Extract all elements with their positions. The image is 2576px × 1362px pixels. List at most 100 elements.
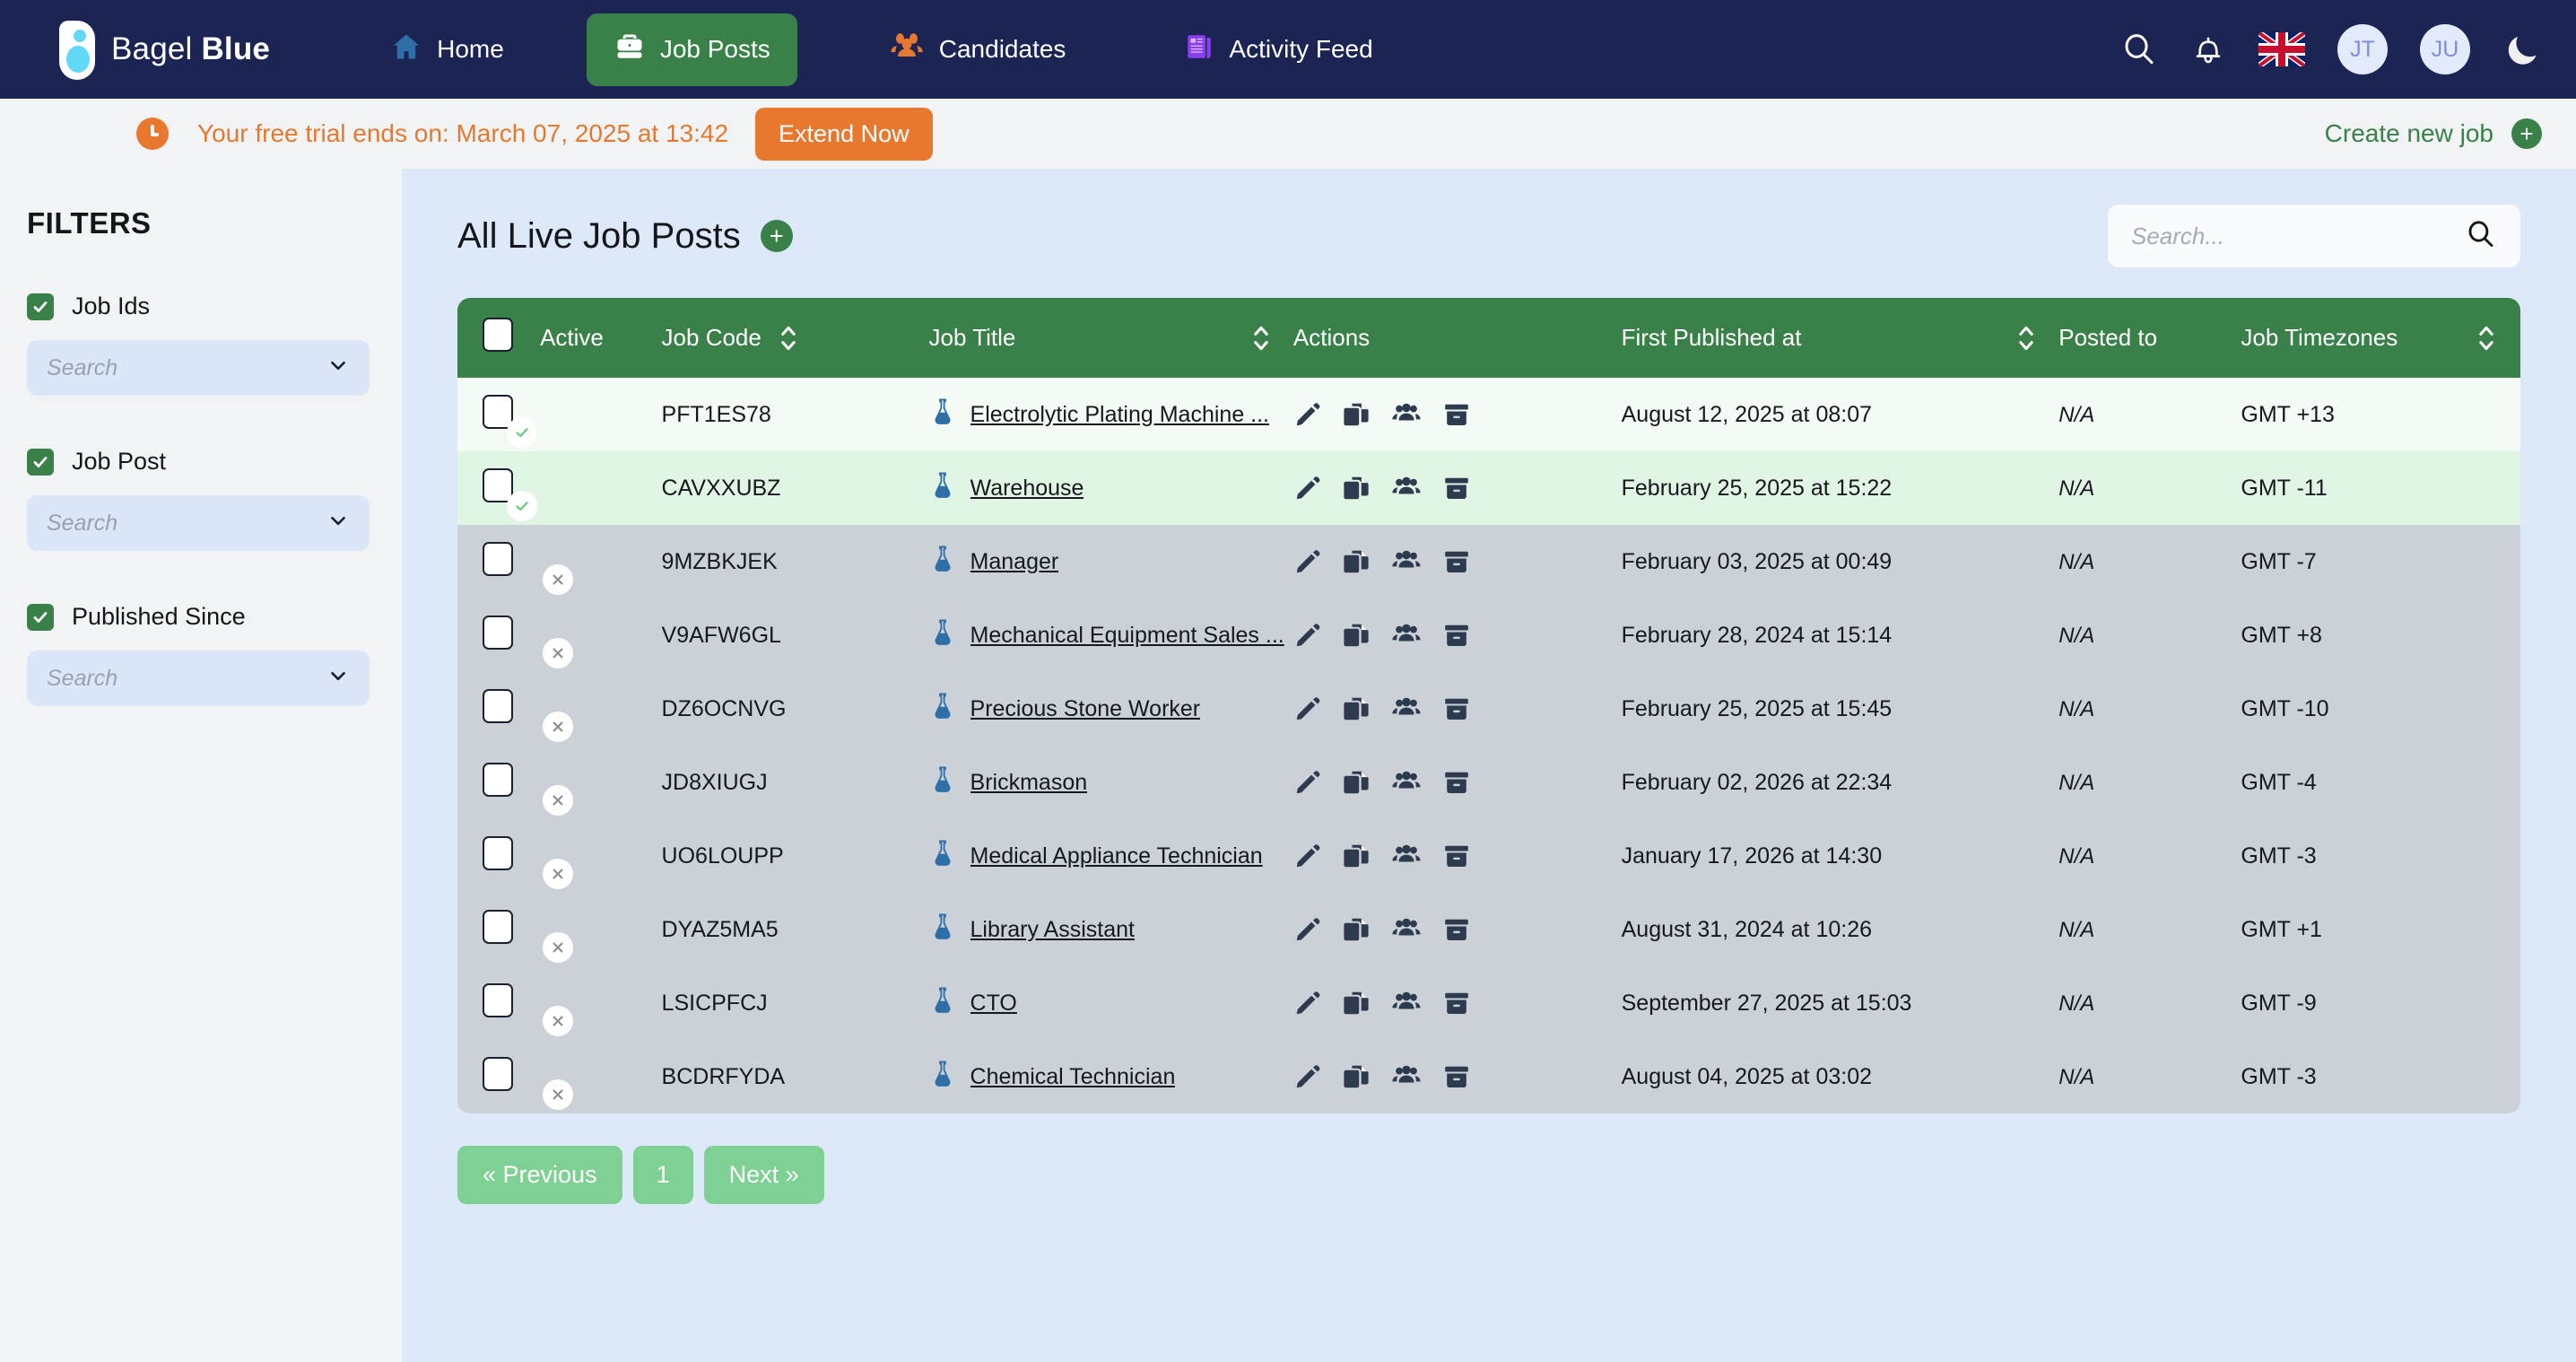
checkbox-published-since[interactable] <box>27 603 54 631</box>
archive-icon[interactable] <box>1442 915 1471 944</box>
sort-job-timezones-icon[interactable] <box>2476 323 2497 354</box>
avatar-ju[interactable]: JU <box>2420 24 2470 74</box>
row-checkbox[interactable] <box>483 835 513 870</box>
job-title-link[interactable]: CTO <box>970 991 1017 1017</box>
candidates-icon[interactable] <box>1390 842 1423 870</box>
search-icon[interactable] <box>2120 31 2158 68</box>
filter-select-job-post[interactable]: Search <box>27 495 370 551</box>
candidates-icon[interactable] <box>1390 989 1423 1017</box>
archive-icon[interactable] <box>1442 621 1471 650</box>
create-new-job-button[interactable]: Create new job + <box>2325 118 2542 149</box>
candidates-icon[interactable] <box>1390 915 1423 944</box>
duplicate-icon[interactable] <box>1342 694 1371 723</box>
duplicate-icon[interactable] <box>1342 1062 1371 1091</box>
archive-icon[interactable] <box>1442 400 1471 429</box>
duplicate-icon[interactable] <box>1342 768 1371 797</box>
job-code-value: BCDRFYDA <box>661 1063 786 1089</box>
job-title-link[interactable]: Medical Appliance Technician <box>970 843 1263 869</box>
th-first-published[interactable]: First Published at <box>1621 298 2059 378</box>
th-job-title[interactable]: Job Title <box>928 298 1293 378</box>
edit-pencil-icon[interactable] <box>1293 989 1322 1017</box>
select-all-checkbox[interactable] <box>483 318 513 352</box>
edit-pencil-icon[interactable] <box>1293 474 1322 502</box>
job-title-link[interactable]: Chemical Technician <box>970 1064 1176 1090</box>
job-title-link[interactable]: Library Assistant <box>970 917 1135 943</box>
job-title-link[interactable]: Manager <box>970 549 1059 575</box>
edit-pencil-icon[interactable] <box>1293 768 1322 797</box>
search-input-wrapper[interactable] <box>2108 205 2520 267</box>
pagination-page-1-button[interactable]: 1 <box>632 1146 693 1204</box>
row-checkbox[interactable] <box>483 762 513 797</box>
search-icon[interactable] <box>2465 218 2497 255</box>
cell-job-code: PFT1ES78 <box>662 378 929 451</box>
row-checkbox[interactable] <box>483 615 513 650</box>
row-checkbox[interactable] <box>483 982 513 1017</box>
brand-logo-group[interactable]: Bagel Blue <box>54 17 270 82</box>
extend-now-button[interactable]: Extend Now <box>755 107 933 161</box>
sort-first-published-icon[interactable] <box>2015 323 2037 354</box>
moon-icon[interactable] <box>2502 30 2542 69</box>
candidates-icon[interactable] <box>1390 400 1423 429</box>
row-checkbox[interactable] <box>483 909 513 944</box>
archive-icon[interactable] <box>1442 694 1471 723</box>
nav-item-home[interactable]: Home <box>363 13 531 86</box>
candidates-icon[interactable] <box>1390 621 1423 650</box>
archive-icon[interactable] <box>1442 1062 1471 1091</box>
duplicate-icon[interactable] <box>1342 547 1371 576</box>
job-timezone-value: GMT -9 <box>2241 990 2317 1016</box>
row-checkbox[interactable] <box>483 541 513 576</box>
duplicate-icon[interactable] <box>1342 474 1371 502</box>
archive-icon[interactable] <box>1442 474 1471 502</box>
bell-icon[interactable] <box>2190 31 2226 67</box>
edit-pencil-icon[interactable] <box>1293 400 1322 429</box>
filter-select-job-ids[interactable]: Search <box>27 340 370 396</box>
duplicate-icon[interactable] <box>1342 400 1371 429</box>
nav-item-activity-feed[interactable]: Activity Feed <box>1157 13 1399 86</box>
duplicate-icon[interactable] <box>1342 989 1371 1017</box>
archive-icon[interactable] <box>1442 842 1471 870</box>
duplicate-icon[interactable] <box>1342 915 1371 944</box>
checkbox-job-ids[interactable] <box>27 292 54 320</box>
job-title-link[interactable]: Electrolytic Plating Machine ... <box>970 402 1269 428</box>
edit-pencil-icon[interactable] <box>1293 1062 1322 1091</box>
job-title-link[interactable]: Brickmason <box>970 770 1088 796</box>
uk-flag-icon[interactable] <box>2258 32 2305 66</box>
candidates-icon[interactable] <box>1390 474 1423 502</box>
edit-pencil-icon[interactable] <box>1293 842 1322 870</box>
pagination-next-button[interactable]: Next » <box>703 1146 824 1204</box>
job-title-link[interactable]: Warehouse <box>970 476 1084 502</box>
candidates-icon[interactable] <box>1390 694 1423 723</box>
row-checkbox[interactable] <box>483 688 513 723</box>
archive-icon[interactable] <box>1442 547 1471 576</box>
job-title-link[interactable]: Mechanical Equipment Sales ... <box>970 623 1284 649</box>
sort-job-code-icon[interactable] <box>778 323 799 354</box>
duplicate-icon[interactable] <box>1342 842 1371 870</box>
checkbox-job-post[interactable] <box>27 448 54 476</box>
row-checkbox[interactable] <box>483 1056 513 1091</box>
duplicate-icon[interactable] <box>1342 621 1371 650</box>
edit-pencil-icon[interactable] <box>1293 621 1322 650</box>
candidates-icon[interactable] <box>1390 1062 1423 1091</box>
edit-pencil-icon[interactable] <box>1293 694 1322 723</box>
avatar-jt[interactable]: JT <box>2337 24 2388 74</box>
pagination-previous-button[interactable]: « Previous <box>457 1146 622 1204</box>
job-code-value: V9AFW6GL <box>661 622 781 648</box>
th-job-code[interactable]: Job Code <box>661 298 929 378</box>
nav-item-job-posts[interactable]: Job Posts <box>586 13 797 86</box>
first-published-value: February 03, 2025 at 00:49 <box>1621 548 1893 574</box>
edit-pencil-icon[interactable] <box>1293 547 1322 576</box>
search-input[interactable] <box>2131 222 2465 250</box>
job-title-link[interactable]: Precious Stone Worker <box>970 696 1201 722</box>
cell-actions <box>1293 819 1622 893</box>
archive-icon[interactable] <box>1442 768 1471 797</box>
nav-item-candidates[interactable]: Candidates <box>862 13 1093 86</box>
candidates-icon[interactable] <box>1390 547 1423 576</box>
cell-select <box>457 672 540 746</box>
archive-icon[interactable] <box>1442 989 1471 1017</box>
add-job-post-button[interactable]: + <box>760 220 793 252</box>
candidates-icon[interactable] <box>1390 768 1423 797</box>
sort-job-title-icon[interactable] <box>1250 323 1272 354</box>
edit-pencil-icon[interactable] <box>1293 915 1322 944</box>
th-job-timezones[interactable]: Job Timezones <box>2241 298 2520 378</box>
filter-select-published-since[interactable]: Search <box>27 650 370 706</box>
